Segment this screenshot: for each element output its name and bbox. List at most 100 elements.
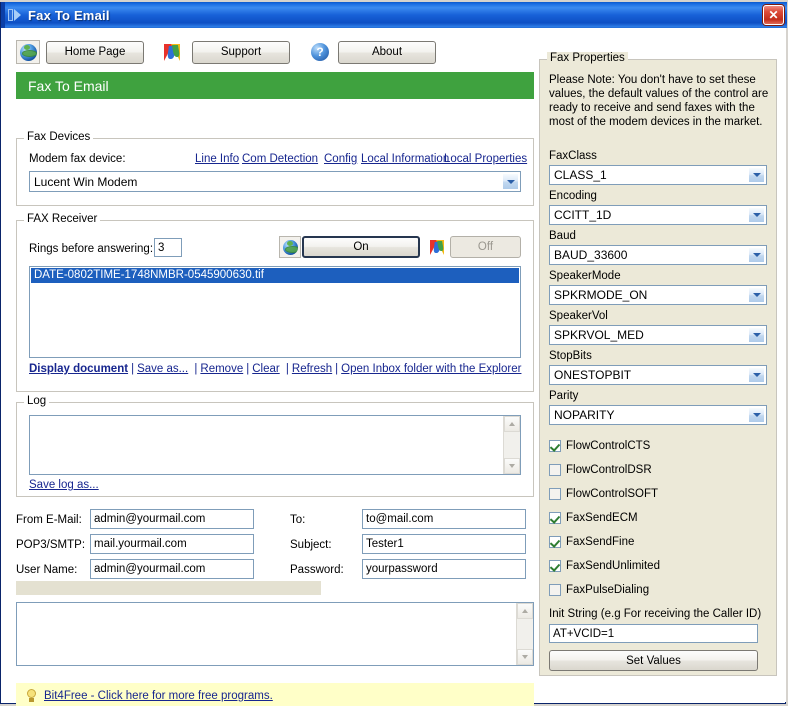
refresh-link[interactable]: Refresh bbox=[292, 363, 332, 375]
client-area: Home Page Support ? About Fax To Email F… bbox=[2, 28, 786, 706]
log-group: Log Save log as... bbox=[16, 395, 534, 497]
action-separator: | bbox=[131, 363, 135, 375]
speakervol-value: SPKRVOL_MED bbox=[554, 328, 644, 342]
pop3-smtp-label: POP3/SMTP: bbox=[16, 539, 86, 551]
toolbar: Home Page Support ? About bbox=[16, 40, 436, 64]
scroll-up-icon[interactable] bbox=[517, 603, 533, 619]
from-email-label: From E-Mail: bbox=[16, 514, 82, 526]
com-detection-link[interactable]: Com Detection bbox=[242, 153, 318, 165]
progress-bar bbox=[16, 581, 321, 595]
init-string-field[interactable]: AT+VCID=1 bbox=[549, 624, 758, 643]
save-log-link[interactable]: Save log as... bbox=[29, 479, 99, 491]
checkbox-faxsendecm[interactable]: FaxSendECM bbox=[549, 512, 638, 524]
chevron-down-icon[interactable] bbox=[748, 367, 765, 383]
speakervol-select[interactable]: SPKRVOL_MED bbox=[549, 325, 767, 345]
globe-icon[interactable] bbox=[16, 40, 40, 64]
checkbox-box[interactable] bbox=[549, 440, 561, 452]
close-icon[interactable]: ✕ bbox=[763, 5, 784, 25]
ad-banner: Bit4Free - Click here for more free prog… bbox=[16, 683, 534, 706]
ad-row-bit4free[interactable]: Bit4Free - Click here for more free prog… bbox=[26, 689, 273, 703]
to-field[interactable]: to@mail.com bbox=[362, 509, 526, 529]
checkbox-box[interactable] bbox=[549, 560, 561, 572]
chevron-down-icon[interactable] bbox=[748, 167, 765, 183]
encoding-label: Encoding bbox=[549, 190, 597, 202]
chevron-down-icon[interactable] bbox=[748, 207, 765, 223]
clear-link[interactable]: Clear bbox=[252, 363, 279, 375]
faxclass-select[interactable]: CLASS_1 bbox=[549, 165, 767, 185]
checkbox-box[interactable] bbox=[549, 488, 561, 500]
parity-select[interactable]: NOPARITY bbox=[549, 405, 767, 425]
fax-devices-group: Fax Devices Modem fax device: Line Info … bbox=[16, 131, 534, 206]
fax-properties-note: Please Note: You don't have to set these… bbox=[549, 74, 769, 128]
msn-butterfly-icon[interactable] bbox=[162, 40, 186, 64]
checkbox-box[interactable] bbox=[549, 536, 561, 548]
stopbits-value: ONESTOPBIT bbox=[554, 368, 632, 382]
user-name-field[interactable]: admin@yourmail.com bbox=[90, 559, 254, 579]
support-button[interactable]: Support bbox=[192, 40, 290, 64]
scroll-down-icon[interactable] bbox=[504, 458, 520, 474]
remove-link[interactable]: Remove bbox=[200, 363, 243, 375]
line-info-link[interactable]: Line Info bbox=[195, 153, 239, 165]
chevron-down-icon[interactable] bbox=[748, 287, 765, 303]
local-properties-link[interactable]: Local Properties bbox=[444, 153, 527, 165]
output-scrollbar[interactable] bbox=[516, 603, 533, 665]
checkbox-box[interactable] bbox=[549, 464, 561, 476]
encoding-select[interactable]: CCITT_1D bbox=[549, 205, 767, 225]
scroll-up-icon[interactable] bbox=[504, 416, 520, 432]
pop3-smtp-field[interactable]: mail.yourmail.com bbox=[90, 534, 254, 554]
chevron-down-icon[interactable] bbox=[748, 247, 765, 263]
receiver-off-button[interactable]: Off bbox=[450, 236, 521, 258]
list-item[interactable]: DATE-0802TIME-1748NMBR-0545900630.tif bbox=[31, 268, 519, 283]
checkbox-faxpulsedialing[interactable]: FaxPulseDialing bbox=[549, 584, 649, 596]
faxclass-value: CLASS_1 bbox=[554, 168, 607, 182]
home-page-button[interactable]: Home Page bbox=[46, 40, 144, 64]
to-value: to@mail.com bbox=[366, 513, 434, 525]
init-string-value: AT+VCID=1 bbox=[553, 627, 615, 640]
checkbox-flowcontroldsr[interactable]: FlowControlDSR bbox=[549, 464, 652, 476]
checkbox-box[interactable] bbox=[549, 584, 561, 596]
display-document-link[interactable]: Display document bbox=[29, 363, 128, 375]
checkbox-flowcontrolcts[interactable]: FlowControlCTS bbox=[549, 440, 650, 452]
subject-label: Subject: bbox=[290, 539, 332, 551]
checkbox-box[interactable] bbox=[549, 512, 561, 524]
help-question-icon[interactable]: ? bbox=[308, 40, 332, 64]
checkbox-faxsendfine[interactable]: FaxSendFine bbox=[549, 536, 634, 548]
baud-select[interactable]: BAUD_33600 bbox=[549, 245, 767, 265]
baud-label: Baud bbox=[549, 230, 576, 242]
chevron-down-icon[interactable] bbox=[748, 327, 765, 343]
local-information-link[interactable]: Local Information bbox=[361, 153, 449, 165]
checkbox-faxsendunlimited[interactable]: FaxSendUnlimited bbox=[549, 560, 660, 572]
set-values-button[interactable]: Set Values bbox=[549, 650, 758, 671]
checkbox-flowcontrolsoft[interactable]: FlowControlSOFT bbox=[549, 488, 658, 500]
rings-input[interactable]: 3 bbox=[154, 238, 182, 257]
open-inbox-folder-link[interactable]: Open Inbox folder with the Explorer bbox=[341, 363, 521, 375]
stopbits-select[interactable]: ONESTOPBIT bbox=[549, 365, 767, 385]
speakermode-select[interactable]: SPKRMODE_ON bbox=[549, 285, 767, 305]
password-field[interactable]: yourpassword bbox=[362, 559, 526, 579]
log-textarea[interactable] bbox=[29, 415, 521, 475]
fax-receiver-legend: FAX Receiver bbox=[24, 213, 101, 225]
on-globe-icon bbox=[279, 236, 301, 258]
save-as-link[interactable]: Save as... bbox=[137, 363, 188, 375]
to-label: To: bbox=[290, 514, 306, 526]
about-button[interactable]: About bbox=[338, 40, 436, 64]
scroll-down-icon[interactable] bbox=[517, 649, 533, 665]
subject-field[interactable]: Tester1 bbox=[362, 534, 526, 554]
chevron-down-icon[interactable] bbox=[748, 407, 765, 423]
bit4free-link[interactable]: Bit4Free - Click here for more free prog… bbox=[44, 690, 273, 702]
log-scrollbar[interactable] bbox=[503, 416, 520, 474]
action-separator: | bbox=[282, 363, 289, 375]
action-separator: | bbox=[191, 363, 198, 375]
receiver-on-button[interactable]: On bbox=[302, 236, 420, 258]
from-email-value: admin@yourmail.com bbox=[94, 513, 206, 525]
checkbox-label: FaxSendECM bbox=[566, 512, 638, 524]
from-email-field[interactable]: admin@yourmail.com bbox=[90, 509, 254, 529]
inbox-listbox[interactable]: DATE-0802TIME-1748NMBR-0545900630.tif bbox=[29, 266, 521, 358]
fax-properties-panel: Fax Properties Please Note: You don't ha… bbox=[539, 52, 777, 676]
off-butterfly-icon bbox=[427, 236, 449, 258]
config-link[interactable]: Config bbox=[324, 153, 357, 165]
chevron-down-icon[interactable] bbox=[502, 173, 519, 190]
output-textarea[interactable] bbox=[16, 602, 534, 666]
modem-device-select[interactable]: Lucent Win Modem bbox=[29, 171, 521, 192]
speakervol-label: SpeakerVol bbox=[549, 310, 608, 322]
